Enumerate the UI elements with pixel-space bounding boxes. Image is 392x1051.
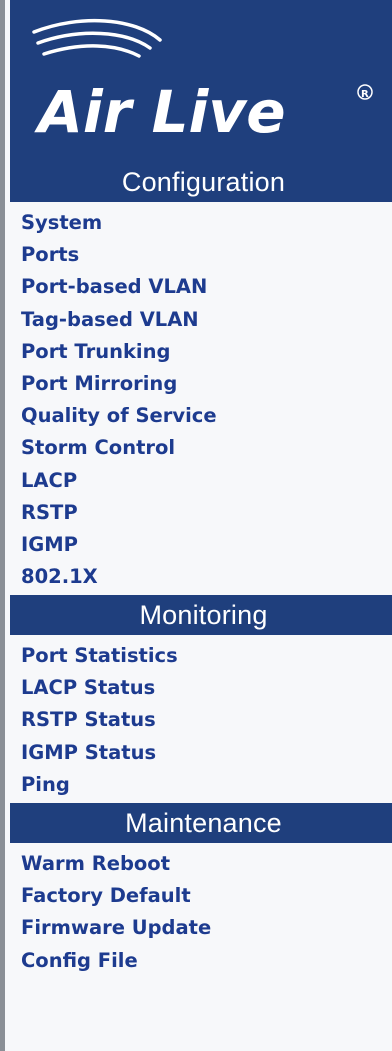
- menu-item-ping[interactable]: Ping: [10, 769, 392, 801]
- menu-item-system[interactable]: System: [10, 207, 392, 239]
- navigation-frame: Air Live R Configuration System Ports Po…: [0, 0, 392, 1051]
- menu-list-configuration: System Ports Port-based VLAN Tag-based V…: [10, 207, 392, 593]
- menu-item-port-mirroring[interactable]: Port Mirroring: [10, 368, 392, 400]
- menu-item-lacp[interactable]: LACP: [10, 465, 392, 497]
- airlive-logo-graphic: Air Live R: [32, 18, 373, 146]
- menu-item-igmp[interactable]: IGMP: [10, 529, 392, 561]
- menu-item-ports[interactable]: Ports: [10, 239, 392, 271]
- section-header-monitoring: Monitoring: [10, 595, 392, 635]
- svg-text:R: R: [361, 89, 369, 100]
- menu-item-802-1x[interactable]: 802.1X: [10, 561, 392, 593]
- menu-item-port-based-vlan[interactable]: Port-based VLAN: [10, 271, 392, 303]
- menu-item-igmp-status[interactable]: IGMP Status: [10, 737, 392, 769]
- menu-item-rstp[interactable]: RSTP: [10, 497, 392, 529]
- menu-item-firmware-update[interactable]: Firmware Update: [10, 912, 392, 944]
- menu-item-lacp-status[interactable]: LACP Status: [10, 672, 392, 704]
- section-header-maintenance: Maintenance: [10, 803, 392, 843]
- airlive-logo: Air Live R: [10, 0, 392, 162]
- menu-item-port-trunking[interactable]: Port Trunking: [10, 336, 392, 368]
- menu-list-monitoring: Port Statistics LACP Status RSTP Status …: [10, 640, 392, 801]
- menu-list-maintenance: Warm Reboot Factory Default Firmware Upd…: [10, 848, 392, 977]
- menu-item-port-statistics[interactable]: Port Statistics: [10, 640, 392, 672]
- menu-item-config-file[interactable]: Config File: [10, 945, 392, 977]
- logo-text: Air Live: [34, 78, 286, 146]
- menu-item-tag-based-vlan[interactable]: Tag-based VLAN: [10, 304, 392, 336]
- menu-item-quality-of-service[interactable]: Quality of Service: [10, 400, 392, 432]
- menu-item-rstp-status[interactable]: RSTP Status: [10, 704, 392, 736]
- menu-item-factory-default[interactable]: Factory Default: [10, 880, 392, 912]
- section-header-configuration: Configuration: [10, 162, 392, 202]
- menu-item-warm-reboot[interactable]: Warm Reboot: [10, 848, 392, 880]
- menu-item-storm-control[interactable]: Storm Control: [10, 432, 392, 464]
